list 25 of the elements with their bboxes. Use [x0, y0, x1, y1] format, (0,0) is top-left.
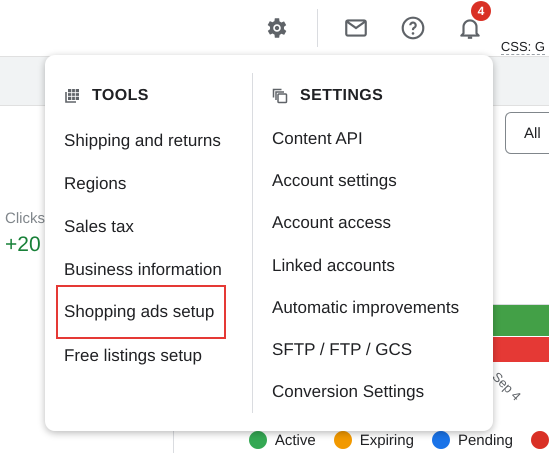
- legend-label: Expiring: [360, 432, 414, 448]
- metric-value: +20: [5, 233, 41, 257]
- legend-label: Pending: [458, 432, 513, 448]
- menu-item[interactable]: Free listings setup: [64, 334, 202, 377]
- grid-stack-icon: [64, 88, 80, 104]
- menu-item[interactable]: Conversion Settings: [272, 370, 424, 413]
- account-label[interactable]: CSS: G: [500, 39, 545, 55]
- menu-item[interactable]: SFTP / FTP / GCS: [272, 328, 412, 371]
- menu-item[interactable]: Sales tax: [64, 205, 134, 248]
- section-title: SETTINGS: [300, 86, 384, 105]
- menu-item[interactable]: Content API: [272, 118, 363, 160]
- notification-badge: 4: [470, 1, 491, 21]
- metric-label: Clicks: [5, 210, 45, 227]
- menu-item[interactable]: Account access: [272, 202, 392, 244]
- copy-icon: [272, 88, 288, 104]
- axis-label: Sep 4: [488, 369, 524, 406]
- section-title: TOOLS: [92, 87, 149, 105]
- help-icon[interactable]: [400, 15, 426, 41]
- legend-label: Active: [274, 432, 316, 448]
- menu-item[interactable]: Linked accounts: [272, 244, 395, 287]
- menu-item[interactable]: Automatic improvements: [272, 286, 460, 329]
- menu-item[interactable]: Regions: [64, 162, 126, 205]
- filter-button[interactable]: All: [505, 112, 549, 154]
- menu-item[interactable]: Account settings: [272, 160, 397, 202]
- menu-item[interactable]: Shipping and returns: [64, 119, 221, 162]
